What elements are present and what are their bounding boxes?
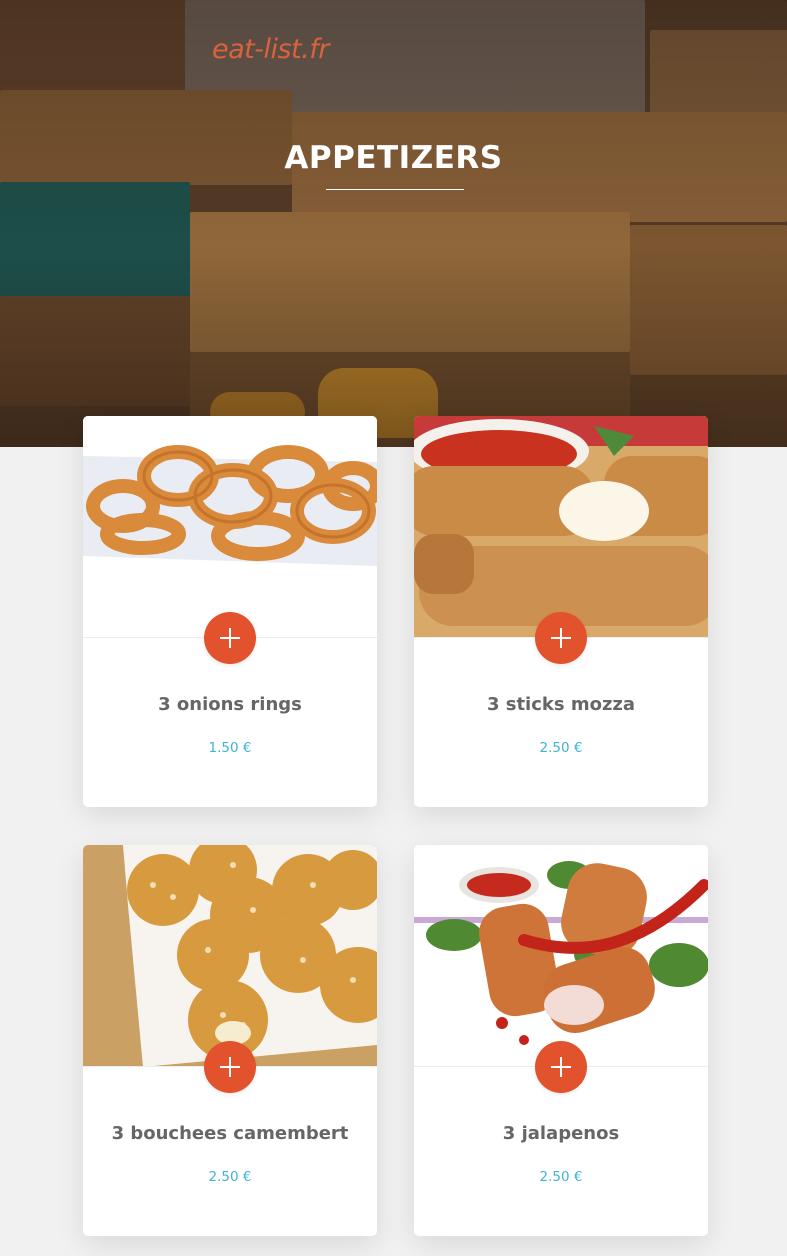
menu-item-card[interactable]: 3 bouchees camembert 2.50 € — [83, 845, 377, 1236]
item-price: 2.50 € — [208, 1169, 252, 1185]
mozzarella-sticks-photo — [414, 416, 708, 638]
add-to-cart-button[interactable] — [535, 1041, 587, 1093]
plus-icon — [220, 1057, 240, 1077]
add-to-cart-button[interactable] — [204, 1041, 256, 1093]
plus-icon — [220, 628, 240, 648]
item-name: 3 sticks mozza — [486, 694, 636, 715]
item-price: 1.50 € — [208, 740, 252, 756]
item-price: 2.50 € — [539, 1169, 583, 1185]
item-price: 2.50 € — [539, 740, 583, 756]
plus-icon — [551, 1057, 571, 1077]
menu-item-card[interactable]: 3 sticks mozza 2.50 € — [414, 416, 708, 807]
add-to-cart-button[interactable] — [535, 612, 587, 664]
add-to-cart-button[interactable] — [204, 612, 256, 664]
plus-icon — [551, 628, 571, 648]
site-logo[interactable]: eat-list.fr — [212, 34, 329, 65]
item-name: 3 bouchees camembert — [111, 1123, 349, 1144]
jalapeno-poppers-photo — [414, 845, 708, 1067]
menu-item-card[interactable]: 3 onions rings 1.50 € — [83, 416, 377, 807]
onion-rings-photo — [83, 416, 377, 638]
title-divider — [326, 189, 464, 190]
item-name: 3 jalapenos — [502, 1123, 620, 1144]
hero-banner: eat-list.fr APPETIZERS — [0, 0, 787, 447]
camembert-bites-photo — [83, 845, 377, 1067]
item-name: 3 onions rings — [158, 694, 302, 715]
menu-item-card[interactable]: 3 jalapenos 2.50 € — [414, 845, 708, 1236]
page-title: APPETIZERS — [284, 140, 503, 176]
